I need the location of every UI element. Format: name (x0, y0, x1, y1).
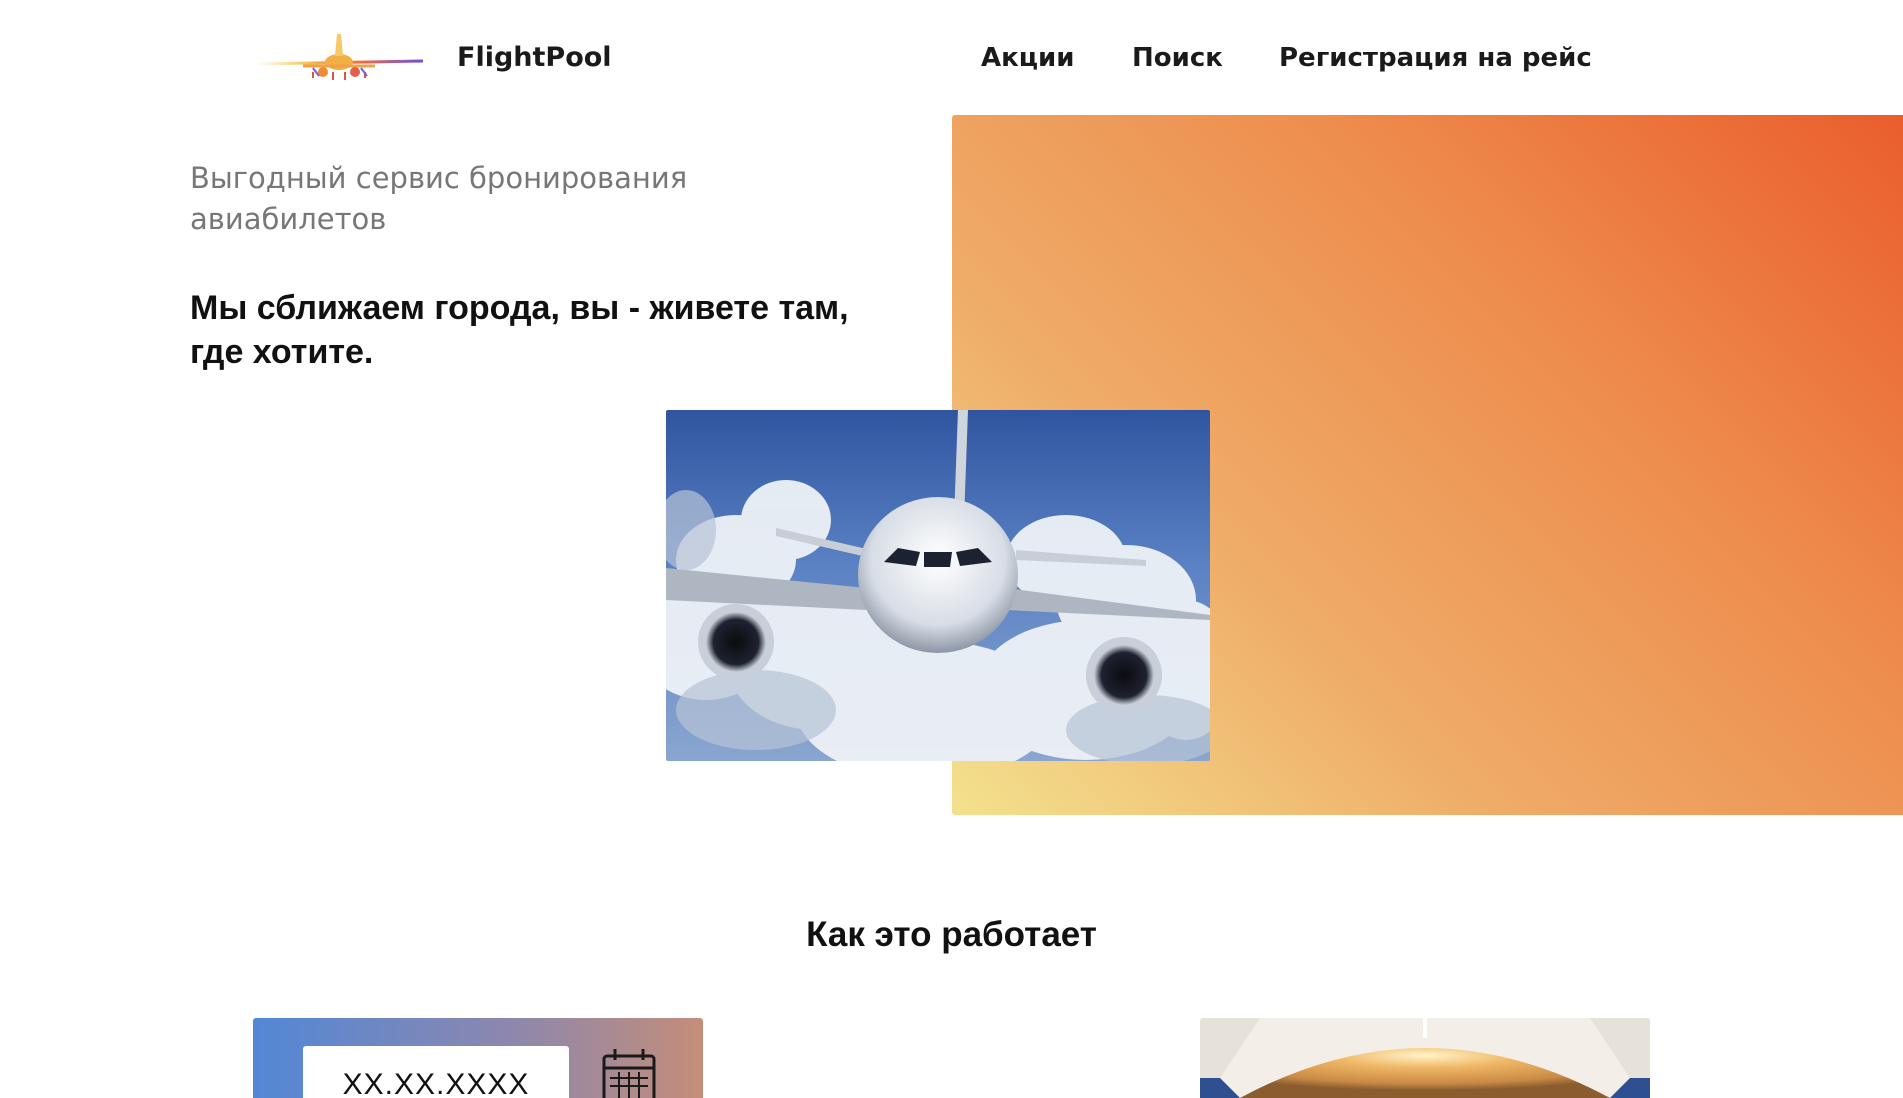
nav-promotions[interactable]: Акции (981, 40, 1074, 76)
airplane-logo[interactable] (253, 28, 428, 92)
airplane-in-clouds-photo (666, 410, 1210, 761)
date-card: XX.XX.XXXX (253, 1018, 703, 1098)
nav-search[interactable]: Поиск (1132, 40, 1223, 76)
hero-subtitle: Выгодный сервис бронирования авиабилетов (190, 161, 688, 236)
airplane-cabin-photo (1200, 1018, 1650, 1098)
date-field[interactable]: XX.XX.XXXX (303, 1046, 569, 1098)
brand-name[interactable]: FlightPool (457, 40, 612, 76)
section-title-how-it-works: Как это работает (806, 915, 1097, 954)
hero-title: Мы сближаем города, вы - живете там, где… (190, 289, 849, 371)
nav-check-in[interactable]: Регистрация на рейс (1279, 40, 1592, 76)
calendar-icon[interactable] (599, 1046, 659, 1098)
